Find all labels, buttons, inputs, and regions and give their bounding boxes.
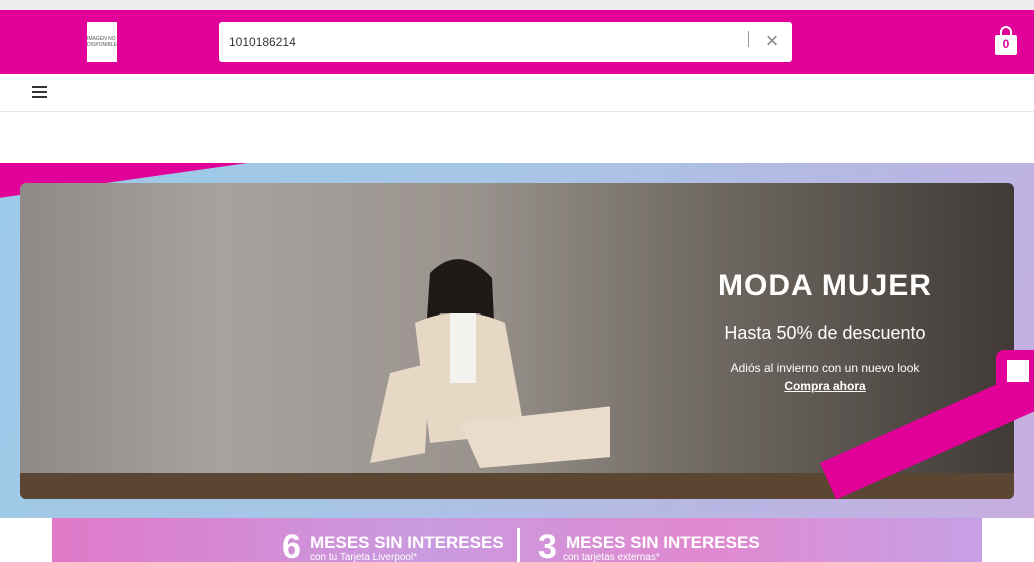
promo-right-title: MESES SIN INTERESES	[566, 533, 760, 552]
hero-title: MODA MUJER	[718, 269, 932, 302]
promo-left-subtitle: con tu Tarjeta Liverpool*	[310, 552, 418, 562]
promo-separator	[517, 528, 520, 562]
search-input[interactable]	[229, 22, 729, 62]
nav-bar	[0, 74, 1034, 112]
site-logo[interactable]: IMAGEN NO DISPONIBLE	[87, 22, 117, 62]
clear-icon[interactable]: ×	[761, 30, 783, 52]
hero-note: Adiós al invierno con un nuevo look	[730, 361, 920, 375]
promo-left-title: MESES SIN INTERESES	[310, 533, 504, 552]
promo-right-subtitle: con tarjetas externas*	[563, 552, 660, 562]
shopping-bag-icon[interactable]: 0	[994, 26, 1018, 56]
hero-banner[interactable]: MODA MUJER Hasta 50% de descuento Adiós …	[0, 163, 1034, 518]
top-strip	[0, 0, 1034, 10]
hero-subtitle: Hasta 50% de descuento	[724, 323, 926, 343]
search-box: ×	[219, 22, 792, 62]
bag-count: 0	[1002, 37, 1010, 51]
menu-icon[interactable]	[32, 86, 47, 98]
promo-right-number: 3	[538, 528, 557, 562]
side-widget-icon	[1007, 360, 1029, 382]
side-widget-button[interactable]	[996, 350, 1034, 392]
model-figure	[370, 259, 610, 468]
promo-left-number: 6	[282, 528, 301, 562]
site-header: IMAGEN NO DISPONIBLE × 0	[0, 10, 1034, 74]
installments-promo-banner[interactable]: 6 MESES SIN INTERESES con tu Tarjeta Liv…	[52, 518, 982, 562]
search-divider	[748, 31, 749, 47]
hero-text: MODA MUJER Hasta 50% de descuento Adiós …	[680, 269, 970, 395]
shop-now-link[interactable]: Compra ahora	[784, 379, 865, 393]
logo-text: IMAGEN NO DISPONIBLE	[87, 36, 118, 48]
